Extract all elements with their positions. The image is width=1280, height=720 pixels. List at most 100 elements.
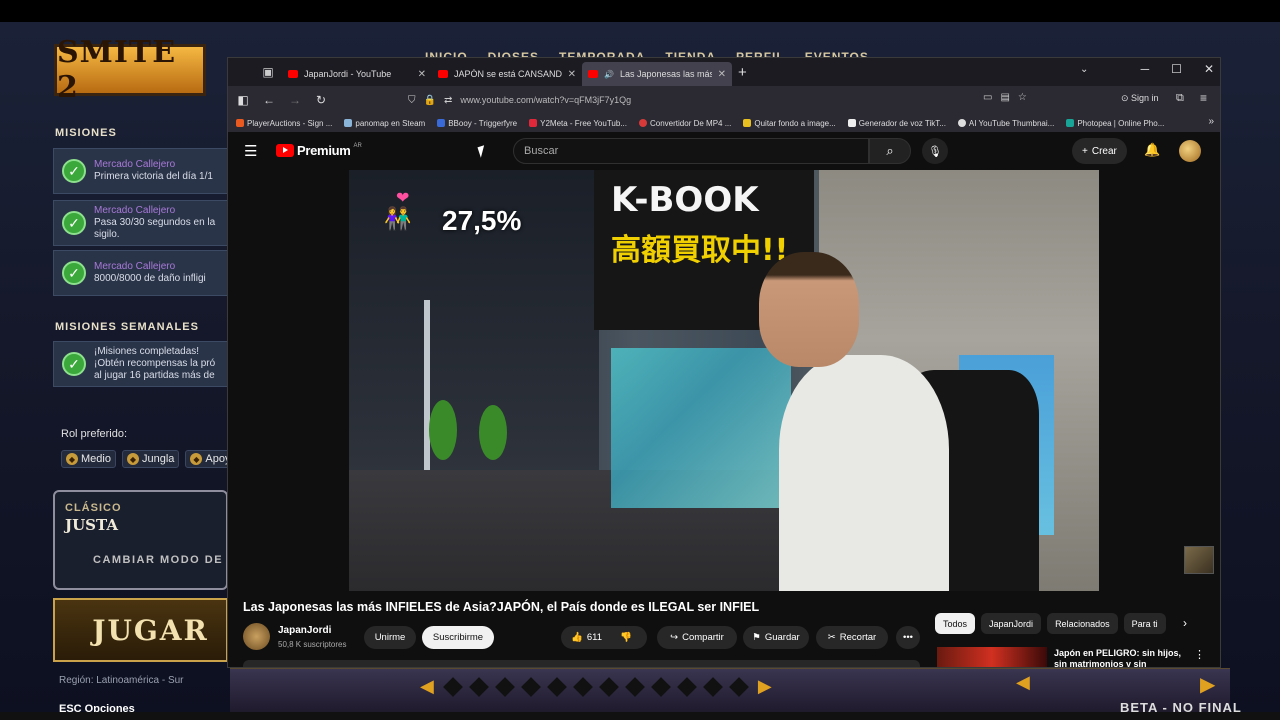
dislike-icon[interactable]: 👎 (620, 632, 632, 643)
channel-name[interactable]: JapanJordi (278, 625, 331, 636)
dot[interactable] (702, 676, 723, 697)
role-jungla[interactable]: ◆ Jungla (121, 450, 180, 468)
close-icon[interactable]: ✕ (568, 69, 576, 80)
dot[interactable] (728, 676, 749, 697)
chevron-right-icon[interactable]: ▶ (1200, 672, 1215, 697)
close-window-icon[interactable]: ✕ (1204, 62, 1214, 76)
bookmark-item[interactable]: Generador de voz TikT... (847, 119, 946, 128)
dot[interactable] (650, 676, 671, 697)
bookmark-item[interactable]: AI YouTube Thumbnai... (957, 119, 1054, 128)
forward-icon[interactable]: → (288, 93, 302, 107)
recommended-title[interactable]: Japón en PELIGRO: sin hijos, sin matrimo… (1054, 648, 1184, 667)
hamburger-menu-icon[interactable]: ☰ (244, 142, 257, 160)
close-icon[interactable]: ✕ (718, 69, 726, 80)
carousel-dots: ◀ ▶ (420, 676, 772, 697)
microphone-icon[interactable]: 🎙 (922, 138, 948, 164)
save-button[interactable]: ⚑ Guardar (743, 626, 809, 649)
bookmark-favicon-icon (847, 119, 856, 127)
bookmark-item[interactable]: PlayerAuctions - Sign ... (236, 119, 332, 128)
dot[interactable] (494, 676, 515, 697)
video-scene-lamp (424, 300, 430, 470)
tab-current-video[interactable]: 🔊 Las Japonesas las más INFI ✕ (582, 62, 732, 86)
back-icon[interactable]: ← (262, 93, 276, 107)
corner-thumbnail[interactable] (1184, 546, 1214, 574)
video-scene-tree (429, 400, 457, 460)
dot[interactable] (468, 676, 489, 697)
close-icon[interactable]: ✕ (418, 69, 426, 80)
mission-item[interactable]: ✓ Mercado Callejero Primera victoria del… (53, 148, 228, 194)
sign-in-button[interactable]: ⊙ Sign in (1121, 93, 1159, 104)
chevron-left-icon[interactable]: ◀ (420, 676, 434, 697)
bell-icon[interactable]: 🔔 (1144, 142, 1160, 158)
extensions-icon[interactable]: ⧉ (1176, 92, 1184, 105)
tab-list-icon[interactable]: ▣ (254, 58, 282, 86)
bookmark-star-icon[interactable]: ☆ (1018, 92, 1027, 103)
more-vert-icon[interactable]: ⋮ (1194, 648, 1205, 661)
dot[interactable] (572, 676, 593, 697)
subscribe-button[interactable]: Suscribirme (422, 626, 494, 649)
reader-view-icon[interactable]: ▤ (1000, 92, 1009, 103)
dot[interactable] (520, 676, 541, 697)
dot[interactable] (598, 676, 619, 697)
minimize-icon[interactable]: ─ (1141, 62, 1150, 76)
youtube-favicon-icon (438, 70, 448, 78)
join-button[interactable]: Unirme (364, 626, 416, 649)
bookmark-item[interactable]: Convertidor De MP4 ... (639, 119, 731, 128)
reload-icon[interactable]: ↻ (314, 93, 328, 107)
bookmark-item[interactable]: panomap en Steam (344, 119, 425, 128)
chip-relacionados[interactable]: Relacionados (1047, 613, 1118, 634)
chevron-right-icon[interactable]: ▶ (758, 676, 772, 697)
dot[interactable] (624, 676, 645, 697)
mission-item[interactable]: ✓ Mercado Callejero 8000/8000 de daño in… (53, 250, 228, 296)
youtube-logo[interactable]: Premium AR (276, 143, 362, 158)
chevron-right-icon[interactable]: » (1208, 116, 1214, 127)
clip-button[interactable]: ✂ Recortar (816, 626, 888, 649)
chip-para-ti[interactable]: Para ti (1123, 613, 1166, 634)
menu-icon[interactable]: ≡ (1200, 91, 1207, 105)
permissions-icon[interactable]: ⇄ (444, 95, 452, 106)
sidebar-toggle-icon[interactable]: ◧ (236, 93, 250, 107)
search-input[interactable]: Buscar (513, 138, 869, 164)
bookmark-item[interactable]: Quitar fondo a image... (743, 119, 836, 128)
weekly-mission-item[interactable]: ✓ ¡Misiones completadas! ¡Obtén recompen… (53, 341, 228, 387)
share-button[interactable]: ↪ Compartir (657, 626, 737, 649)
play-button[interactable]: JUGAR (53, 598, 228, 662)
chevron-down-icon[interactable]: ⌄ (1080, 64, 1088, 75)
channel-avatar[interactable] (243, 623, 270, 650)
picture-in-picture-icon[interactable]: ▭ (983, 92, 992, 103)
tab-japanjordi[interactable]: JapanJordi - YouTube ✕ (282, 62, 432, 86)
search-icon[interactable]: ⌕ (869, 138, 911, 164)
avatar[interactable] (1179, 140, 1201, 162)
chevron-right-icon[interactable]: › (1183, 616, 1187, 630)
tab-japon[interactable]: JAPÓN se está CANSANDO de ✕ (432, 62, 582, 86)
chip-japanjordi[interactable]: JapanJordi (981, 613, 1042, 634)
more-actions-icon[interactable]: ••• (896, 626, 920, 649)
change-mode-button[interactable]: CAMBIAR MODO DE J (93, 554, 235, 566)
like-dislike-group: 👍 611 👎 (561, 626, 647, 649)
role-medio[interactable]: ◆ Medio (61, 450, 116, 468)
game-mode-box[interactable]: CLÁSICO JUSTA CAMBIAR MODO DE J (53, 490, 234, 590)
bookmark-item[interactable]: Y2Meta - Free YouTub... (529, 119, 627, 128)
speaker-icon[interactable]: 🔊 (604, 70, 614, 79)
new-tab-icon[interactable]: + (738, 64, 747, 81)
chevron-left-icon[interactable]: ◀ (1016, 672, 1030, 693)
browser-window: ▣ JapanJordi - YouTube ✕ JAPÓN se está C… (227, 57, 1221, 668)
dot[interactable] (442, 676, 463, 697)
chip-todos[interactable]: Todos (935, 613, 976, 634)
video-player[interactable]: K-BOOK 高額買取中!! ❤ 👫 27,5% (349, 170, 1099, 591)
bookmark-item[interactable]: BBooy - Triggerfyre (437, 119, 517, 128)
mission-item[interactable]: ✓ Mercado Callejero Pasa 30/30 segundos … (53, 200, 228, 246)
shield-icon[interactable]: ⛉ (408, 95, 416, 106)
like-icon[interactable]: 👍 (571, 632, 583, 643)
bookmark-item[interactable]: Photopea | Online Pho... (1066, 119, 1164, 128)
dot[interactable] (546, 676, 567, 697)
maximize-icon[interactable]: ☐ (1171, 62, 1182, 76)
description-box[interactable] (243, 660, 920, 667)
dot[interactable] (676, 676, 697, 697)
recommended-thumbnail[interactable] (937, 647, 1047, 667)
like-count[interactable]: 611 (587, 632, 602, 643)
lock-icon[interactable]: 🔒 (424, 95, 436, 106)
role-icon: ◆ (126, 453, 139, 465)
url-field[interactable]: ⛉ 🔒 ⇄ www.youtube.com/watch?v=qFM3jF7y1Q… (408, 90, 1028, 110)
create-button[interactable]: + Crear (1072, 138, 1127, 164)
